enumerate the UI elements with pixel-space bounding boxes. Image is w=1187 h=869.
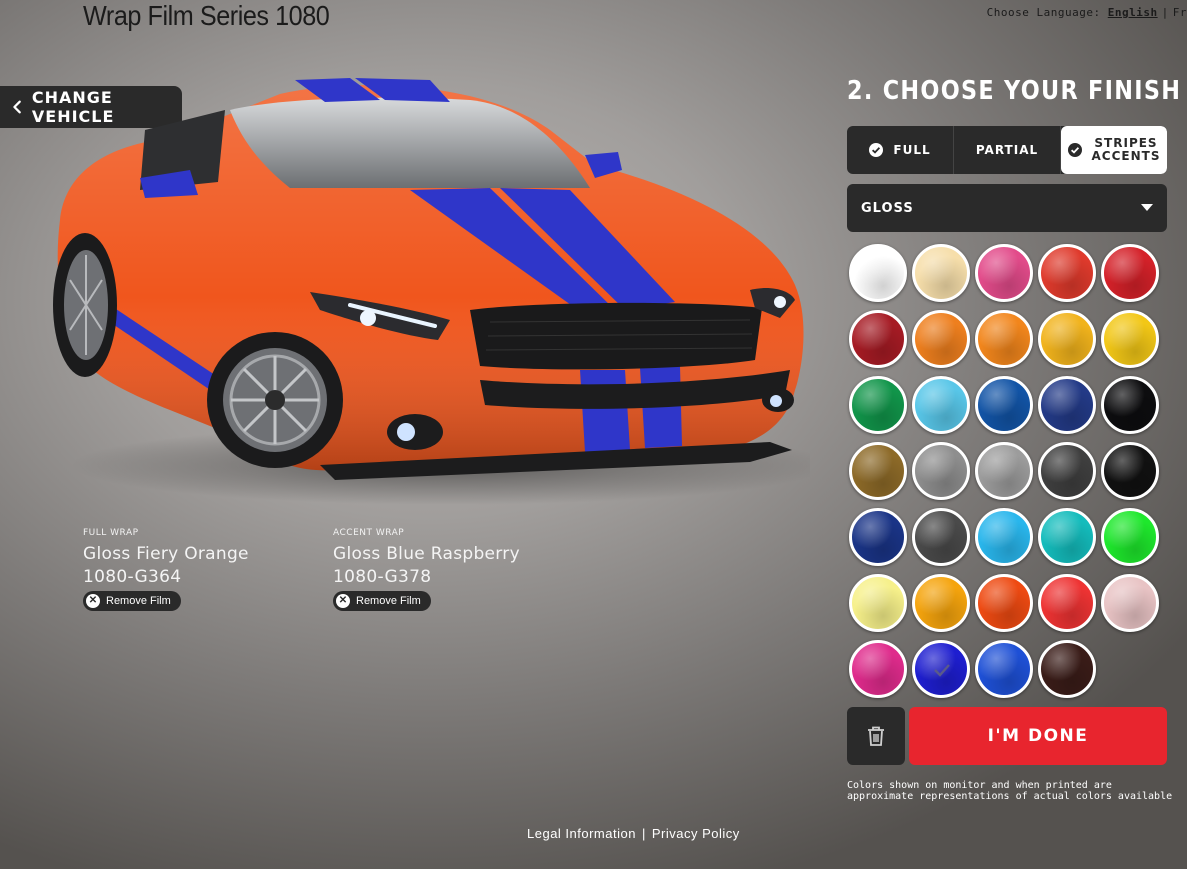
- language-english-link[interactable]: English: [1108, 6, 1158, 19]
- accent-wrap-code: 1080-G378: [333, 567, 432, 587]
- wrap-mode-tabs: FULL PARTIAL STRIPES ACCENTS: [847, 126, 1167, 174]
- color-swatch[interactable]: [849, 640, 907, 698]
- color-swatch[interactable]: [1101, 574, 1159, 632]
- color-swatch[interactable]: [1038, 640, 1096, 698]
- color-swatch[interactable]: [975, 508, 1033, 566]
- color-swatch[interactable]: [1101, 442, 1159, 500]
- close-icon: ✕: [86, 594, 100, 608]
- vehicle-preview: [50, 70, 830, 510]
- tab-full[interactable]: FULL: [847, 126, 954, 174]
- accent-wrap-name: Gloss Blue Raspberry: [333, 544, 520, 564]
- accent-wrap-kind: ACCENT WRAP: [333, 528, 405, 538]
- full-wrap-code: 1080-G364: [83, 567, 182, 587]
- color-swatch[interactable]: [1038, 442, 1096, 500]
- color-swatch[interactable]: [1101, 310, 1159, 368]
- color-swatch[interactable]: [1038, 310, 1096, 368]
- color-swatch[interactable]: [1038, 376, 1096, 434]
- color-swatch[interactable]: [912, 244, 970, 302]
- color-swatch[interactable]: [849, 376, 907, 434]
- tab-partial-label: PARTIAL: [975, 143, 1039, 157]
- accent-wrap-info: ACCENT WRAP Gloss Blue Raspberry 1080-G3…: [333, 528, 520, 611]
- color-disclaimer: Colors shown on monitor and when printed…: [847, 780, 1173, 802]
- app-title: Wrap Film Series 1080: [83, 0, 330, 31]
- tab-partial[interactable]: PARTIAL: [954, 126, 1061, 174]
- chevron-left-icon: [13, 100, 21, 114]
- finish-selected-value: GLOSS: [861, 200, 914, 216]
- color-swatch[interactable]: [1038, 508, 1096, 566]
- full-wrap-kind: FULL WRAP: [83, 528, 139, 538]
- language-french-link[interactable]: Fr: [1173, 6, 1187, 19]
- close-icon: ✕: [336, 594, 350, 608]
- color-swatch[interactable]: [975, 442, 1033, 500]
- color-swatch[interactable]: [1101, 376, 1159, 434]
- tab-stripes-accents[interactable]: STRIPES ACCENTS: [1061, 126, 1167, 174]
- color-swatch[interactable]: [912, 310, 970, 368]
- check-circle-icon: [869, 143, 884, 157]
- privacy-policy-link[interactable]: Privacy Policy: [652, 826, 740, 841]
- color-swatch[interactable]: [975, 310, 1033, 368]
- color-swatch[interactable]: [1101, 244, 1159, 302]
- color-swatch[interactable]: [849, 574, 907, 632]
- tab-stripes-accents-label: STRIPES ACCENTS: [1092, 137, 1161, 163]
- tab-accents-label: ACCENTS: [1091, 149, 1161, 163]
- color-swatch[interactable]: [975, 376, 1033, 434]
- color-swatch[interactable]: [1038, 574, 1096, 632]
- language-prompt: Choose Language:: [986, 6, 1101, 19]
- language-separator: |: [1161, 6, 1169, 19]
- color-swatch[interactable]: [975, 640, 1033, 698]
- color-swatch[interactable]: [912, 640, 970, 698]
- im-done-button[interactable]: I'M DONE: [909, 707, 1167, 765]
- color-swatch[interactable]: [849, 508, 907, 566]
- color-swatch[interactable]: [912, 508, 970, 566]
- footer-links: Legal Information | Privacy Policy: [527, 826, 740, 841]
- panel-title: 2. CHOOSE YOUR FINISH: [847, 76, 1182, 106]
- color-swatch[interactable]: [912, 442, 970, 500]
- color-swatch[interactable]: [1038, 244, 1096, 302]
- color-swatch[interactable]: [849, 244, 907, 302]
- car-illustration: [53, 78, 830, 505]
- color-swatch[interactable]: [1101, 508, 1159, 566]
- language-bar: Choose Language: English | Fr: [987, 6, 1187, 19]
- color-swatch[interactable]: [912, 376, 970, 434]
- remove-film-label: Remove Film: [356, 595, 421, 607]
- color-swatch[interactable]: [849, 310, 907, 368]
- trash-icon: [868, 726, 884, 746]
- color-swatch[interactable]: [912, 574, 970, 632]
- color-swatch[interactable]: [975, 574, 1033, 632]
- color-swatch-grid: [849, 244, 1165, 698]
- remove-accent-wrap-button[interactable]: ✕ Remove Film: [333, 591, 431, 611]
- finish-dropdown[interactable]: GLOSS: [847, 184, 1167, 232]
- legal-information-link[interactable]: Legal Information: [527, 826, 636, 841]
- check-circle-icon: [1067, 143, 1082, 157]
- remove-film-label: Remove Film: [106, 595, 171, 607]
- finish-panel: 2. CHOOSE YOUR FINISH FULL PARTIAL STRIP…: [847, 76, 1182, 802]
- checkmark-icon: [934, 664, 950, 677]
- full-wrap-name: Gloss Fiery Orange: [83, 544, 249, 564]
- delete-button[interactable]: [847, 707, 905, 765]
- caret-down-icon: [1141, 204, 1153, 211]
- full-wrap-info: FULL WRAP Gloss Fiery Orange 1080-G364 ✕…: [83, 528, 249, 611]
- color-swatch[interactable]: [849, 442, 907, 500]
- remove-full-wrap-button[interactable]: ✕ Remove Film: [83, 591, 181, 611]
- footer-separator: |: [641, 826, 646, 841]
- color-swatch[interactable]: [975, 244, 1033, 302]
- tab-full-label: FULL: [893, 143, 931, 157]
